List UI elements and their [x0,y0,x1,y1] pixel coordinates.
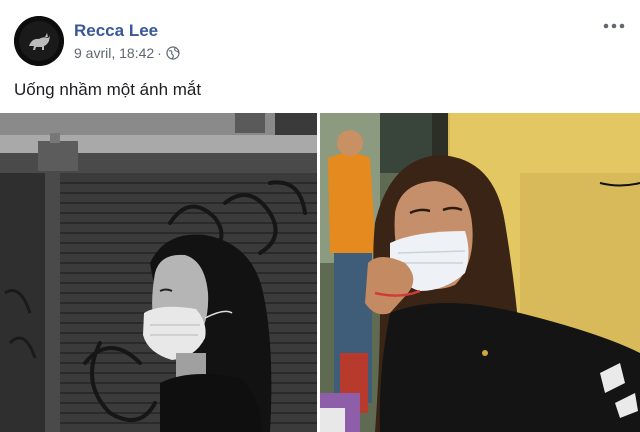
meta-separator: · [157,45,162,61]
author-avatar[interactable] [14,16,64,66]
globe-icon[interactable] [166,46,180,60]
post-meta: 9 avril, 18:42 · [74,45,180,61]
author-name-link[interactable]: Recca Lee [74,21,158,41]
more-options-icon[interactable] [602,18,626,34]
photo-right[interactable] [320,113,640,432]
photo-grid [0,113,640,432]
photo-left[interactable] [0,113,317,432]
post-timestamp-link[interactable]: 9 avril, 18:42 [74,45,154,61]
avatar-image [14,16,64,66]
facebook-post: Recca Lee 9 avril, 18:42 · Uống nhầm một… [0,0,640,432]
post-caption: Uống nhầm một ánh mắt [14,80,202,99]
